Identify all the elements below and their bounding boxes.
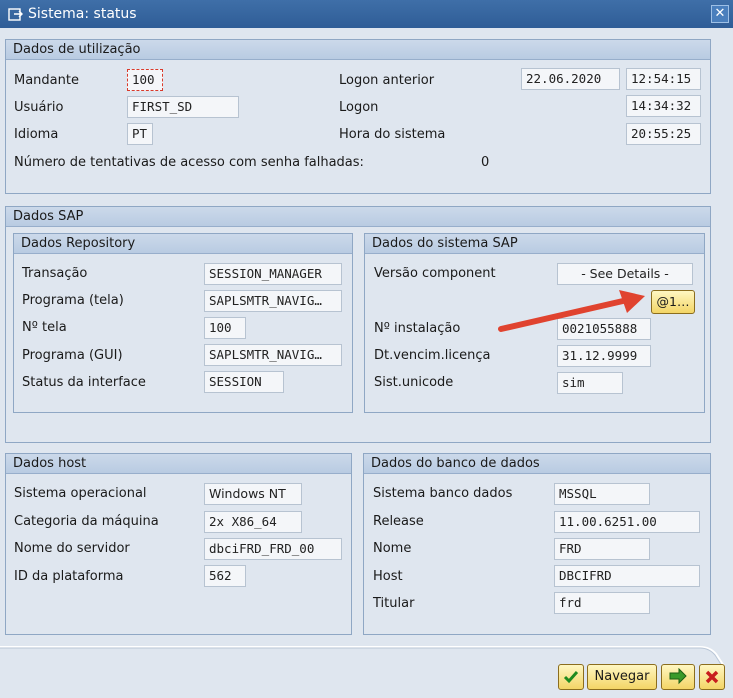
unicode-field[interactable]: sim <box>557 372 623 394</box>
forward-icon <box>669 667 687 685</box>
db-host-label: Host <box>373 569 403 584</box>
prev-logon-label: Logon anterior <box>339 73 435 88</box>
interface-status-field[interactable]: SESSION <box>204 371 284 393</box>
language-field[interactable]: PT <box>127 123 153 145</box>
transaction-field[interactable]: SESSION_MANAGER <box>204 263 342 285</box>
failed-attempts-label: Número de tentativas de acesso com senha… <box>14 155 364 170</box>
db-host-field[interactable]: DBCIFRD <box>554 565 700 587</box>
program-gui-field[interactable]: SAPLSMTR_NAVIG… <box>204 344 342 366</box>
server-name-label: Nome do servidor <box>14 541 130 556</box>
logon-label: Logon <box>339 100 379 115</box>
interface-status-label: Status da interface <box>22 375 146 390</box>
user-label: Usuário <box>14 100 64 115</box>
component-version-label: Versão component <box>374 266 496 281</box>
dialog-body: Dados de utilização Mandante 100 Usuário… <box>0 28 733 698</box>
license-expiry-field[interactable]: 31.12.9999 <box>557 345 651 367</box>
system-time-label: Hora do sistema <box>339 127 446 142</box>
prev-logon-time-field[interactable]: 12:54:15 <box>626 68 701 90</box>
check-icon <box>563 671 579 684</box>
usage-group: Dados de utilização Mandante 100 Usuário… <box>5 39 711 194</box>
database-group-title: Dados do banco de dados <box>364 454 710 474</box>
program-screen-field[interactable]: SAPLSMTR_NAVIG… <box>204 290 342 312</box>
component-version-field[interactable]: - See Details - <box>557 263 693 285</box>
program-gui-label: Programa (GUI) <box>22 348 123 363</box>
platform-id-field[interactable]: 562 <box>204 565 246 587</box>
db-owner-field[interactable]: frd <box>554 592 650 614</box>
user-field[interactable]: FIRST_SD <box>127 96 239 118</box>
screen-number-label: Nº tela <box>22 320 67 335</box>
cancel-button[interactable] <box>699 664 725 690</box>
db-name-label: Nome <box>373 541 412 556</box>
transaction-label: Transação <box>22 266 88 281</box>
system-time-field[interactable]: 20:55:25 <box>626 123 701 145</box>
sap-system-group-title: Dados do sistema SAP <box>365 234 704 254</box>
database-group: Dados do banco de dados Sistema banco da… <box>363 453 711 635</box>
db-system-field[interactable]: MSSQL <box>554 483 650 505</box>
client-field[interactable]: 100 <box>127 69 163 91</box>
forward-button[interactable] <box>661 664 695 690</box>
os-field[interactable]: Windows NT <box>204 483 302 505</box>
os-label: Sistema operacional <box>14 486 147 501</box>
machine-type-label: Categoria da máquina <box>14 514 159 529</box>
language-label: Idioma <box>14 127 59 142</box>
db-system-label: Sistema banco dados <box>373 486 513 501</box>
cancel-icon <box>705 670 719 684</box>
machine-type-field[interactable]: 2x X86_64 <box>204 511 302 533</box>
component-details-button[interactable]: @1… <box>651 290 695 314</box>
close-icon[interactable]: ✕ <box>711 5 729 23</box>
license-expiry-label: Dt.vencim.licença <box>374 348 491 363</box>
client-label: Mandante <box>14 73 79 88</box>
annotation-arrow <box>498 290 645 332</box>
failed-attempts-value: 0 <box>481 155 490 170</box>
confirm-button[interactable] <box>558 664 584 690</box>
logon-time-field[interactable]: 14:34:32 <box>626 95 701 117</box>
platform-id-label: ID da plataforma <box>14 569 124 584</box>
prev-logon-date-field[interactable]: 22.06.2020 <box>521 68 620 90</box>
db-owner-label: Titular <box>373 596 415 611</box>
installation-number-label: Nº instalação <box>374 321 461 336</box>
db-name-field[interactable]: FRD <box>554 538 650 560</box>
db-release-label: Release <box>373 514 424 529</box>
repository-group: Dados Repository Transação SESSION_MANAG… <box>13 233 353 413</box>
repository-group-title: Dados Repository <box>14 234 352 254</box>
usage-group-title: Dados de utilização <box>6 40 710 60</box>
footer-separator <box>0 646 725 666</box>
sap-group-title: Dados SAP <box>6 207 710 227</box>
db-release-field[interactable]: 11.00.6251.00 <box>554 511 700 533</box>
unicode-label: Sist.unicode <box>374 375 454 390</box>
title-bar: Sistema: status ✕ <box>0 0 733 28</box>
server-name-field[interactable]: dbciFRD_FRD_00 <box>204 538 342 560</box>
window-title: Sistema: status <box>28 6 137 22</box>
host-group: Dados host Sistema operacional Windows N… <box>5 453 352 635</box>
screen-number-field[interactable]: 100 <box>204 317 246 339</box>
window-icon <box>8 8 23 21</box>
host-group-title: Dados host <box>6 454 351 474</box>
navigate-button[interactable]: Navegar <box>587 664 657 690</box>
program-screen-label: Programa (tela) <box>22 293 124 308</box>
